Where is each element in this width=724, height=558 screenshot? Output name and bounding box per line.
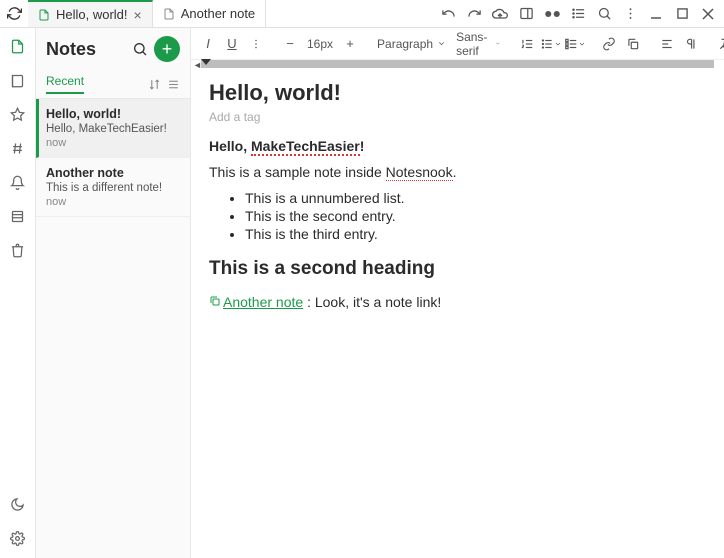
- sort-icon[interactable]: [148, 78, 161, 91]
- tab-hello-world[interactable]: Hello, world! ×: [28, 0, 153, 27]
- sidebar-title: Notes: [46, 39, 126, 60]
- view-icon[interactable]: [167, 78, 180, 91]
- font-size[interactable]: 16px: [303, 37, 337, 51]
- note-link-icon: [209, 294, 221, 310]
- note-item-title: Hello, world!: [46, 107, 180, 121]
- direction-button[interactable]: [680, 32, 702, 56]
- note-item-preview: This is a different note!: [46, 182, 180, 194]
- body-line[interactable]: This is a sample note inside Notesnook.: [209, 164, 706, 180]
- cloud-upload-icon[interactable]: [488, 2, 512, 26]
- nav-favorites-icon[interactable]: [8, 104, 28, 124]
- list-item[interactable]: This is a unnumbered list.: [245, 190, 706, 206]
- tab-label: Another note: [181, 6, 255, 21]
- close-icon[interactable]: ×: [134, 7, 142, 23]
- note-item-preview: Hello, MakeTechEasier!: [46, 123, 180, 135]
- body-line[interactable]: Another note : Look, it's a note link!: [209, 294, 706, 310]
- list-item[interactable]: This is the third entry.: [245, 226, 706, 242]
- note-icon: [163, 8, 175, 20]
- ruler-marker[interactable]: [201, 59, 211, 65]
- note-list: Hello, world! Hello, MakeTechEasier! now…: [36, 99, 190, 558]
- clear-format-button[interactable]: [714, 32, 724, 56]
- ruler-arrow-icon: ◄: [191, 60, 201, 70]
- note-item-title: Another note: [46, 166, 180, 180]
- nav-tags-icon[interactable]: [8, 138, 28, 158]
- font-increase-button[interactable]: +: [339, 32, 361, 56]
- tab-bar: Hello, world! × Another note: [28, 0, 436, 27]
- focus-mode-icon[interactable]: [540, 2, 564, 26]
- font-decrease-button[interactable]: −: [279, 32, 301, 56]
- nav-theme-icon[interactable]: [8, 494, 28, 514]
- underline-button[interactable]: U: [221, 32, 243, 56]
- note-item-time: now: [46, 137, 180, 149]
- doc-title[interactable]: Hello, world!: [209, 80, 706, 106]
- panel-icon[interactable]: [514, 2, 538, 26]
- ruler[interactable]: ◄: [191, 60, 724, 70]
- note-item-time: now: [46, 196, 180, 208]
- tab-label: Hello, world!: [56, 7, 128, 22]
- copy-button[interactable]: [622, 32, 644, 56]
- align-button[interactable]: [656, 32, 678, 56]
- note-item[interactable]: Another note This is a different note! n…: [36, 158, 190, 217]
- nav-rail: [0, 28, 36, 558]
- tab-another-note[interactable]: Another note: [153, 0, 266, 27]
- sidebar-tab-recent[interactable]: Recent: [46, 74, 84, 94]
- block-type-dropdown[interactable]: Paragraph: [373, 37, 450, 51]
- ordered-list-button[interactable]: [516, 32, 538, 56]
- minimize-icon[interactable]: [644, 2, 668, 26]
- maximize-icon[interactable]: [670, 2, 694, 26]
- undo-icon[interactable]: [436, 2, 460, 26]
- heading-2[interactable]: This is a second heading: [209, 258, 706, 280]
- search-icon[interactable]: [592, 2, 616, 26]
- nav-notebooks-icon[interactable]: [8, 70, 28, 90]
- font-family-dropdown[interactable]: Sans-serif: [452, 30, 504, 58]
- more-format-icon[interactable]: [245, 32, 267, 56]
- nav-reminders-icon[interactable]: [8, 172, 28, 192]
- note-icon: [38, 9, 50, 21]
- title-actions: [436, 2, 724, 26]
- search-icon[interactable]: [132, 41, 148, 57]
- body-line[interactable]: Hello, MakeTechEasier!: [209, 138, 706, 154]
- nav-trash-icon[interactable]: [8, 240, 28, 260]
- nav-monographs-icon[interactable]: [8, 206, 28, 226]
- editor-toolbar: I U − 16px + Paragraph Sans-serif: [191, 28, 724, 60]
- note-item[interactable]: Hello, world! Hello, MakeTechEasier! now: [36, 99, 190, 158]
- bullet-list[interactable]: This is a unnumbered list. This is the s…: [245, 190, 706, 242]
- tag-input[interactable]: Add a tag: [209, 110, 706, 124]
- notes-sidebar: Notes + Recent Hello, world! Hello, Make…: [36, 28, 191, 558]
- nav-notes-icon[interactable]: [8, 36, 28, 56]
- list-icon[interactable]: [566, 2, 590, 26]
- document[interactable]: Hello, world! Add a tag Hello, MakeTechE…: [191, 70, 724, 558]
- close-window-icon[interactable]: [696, 2, 720, 26]
- italic-button[interactable]: I: [197, 32, 219, 56]
- add-note-button[interactable]: +: [154, 36, 180, 62]
- checklist-button[interactable]: [564, 32, 586, 56]
- bullet-list-button[interactable]: [540, 32, 562, 56]
- nav-settings-icon[interactable]: [8, 528, 28, 548]
- note-link[interactable]: Another note: [223, 294, 303, 310]
- list-item[interactable]: This is the second entry.: [245, 208, 706, 224]
- sync-icon[interactable]: [0, 6, 28, 21]
- redo-icon[interactable]: [462, 2, 486, 26]
- link-button[interactable]: [598, 32, 620, 56]
- more-icon[interactable]: [618, 2, 642, 26]
